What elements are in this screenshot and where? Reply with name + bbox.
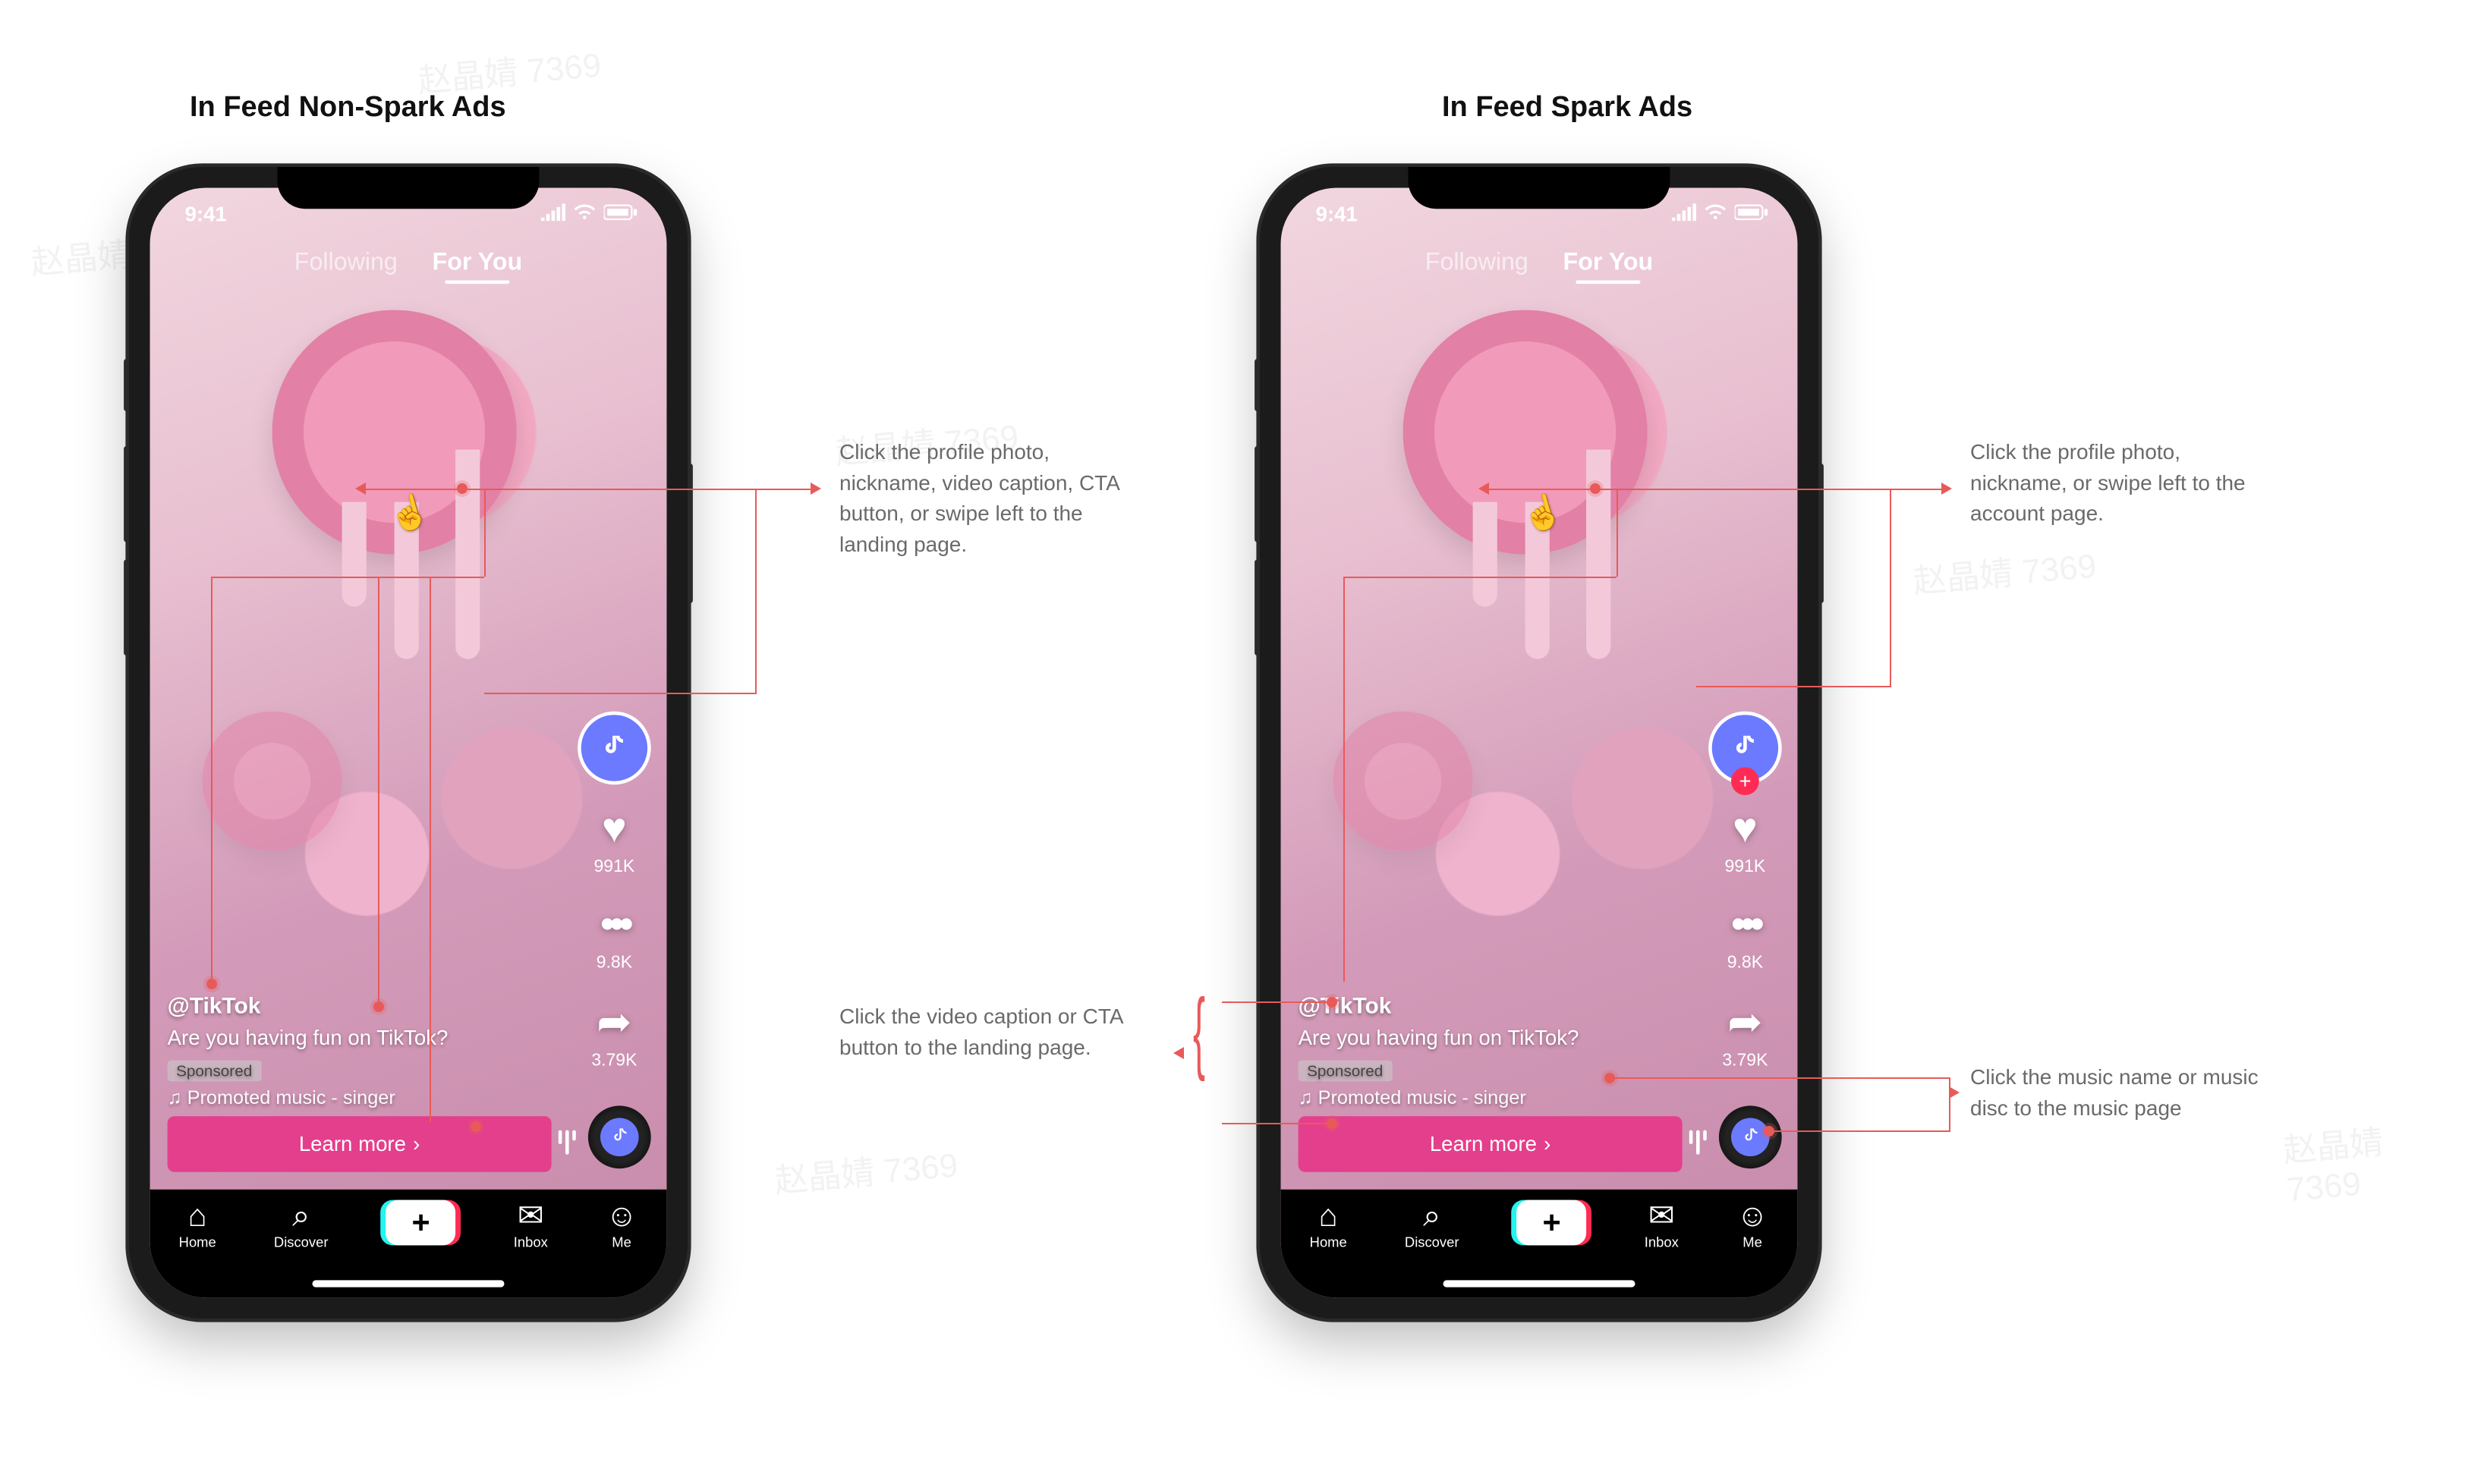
equalizer-icon — [1689, 1130, 1707, 1155]
caption-username[interactable]: @TikTok — [168, 992, 552, 1019]
share-count: 3.79K — [591, 1052, 637, 1071]
tab-for-you[interactable]: For You — [433, 247, 523, 275]
status-time: 9:41 — [185, 202, 227, 226]
status-time: 9:41 — [1316, 202, 1358, 226]
person-icon: ☺ — [606, 1200, 638, 1231]
nav-me[interactable]: ☺ Me — [1736, 1200, 1768, 1251]
nav-discover-label: Discover — [1405, 1235, 1459, 1251]
share-button[interactable]: ➦ 3.79K — [591, 998, 637, 1071]
annotation-right-music: Click the music name or music disc to th… — [1970, 1062, 2259, 1124]
inbox-icon: ✉ — [518, 1200, 544, 1231]
heart-icon: ♥ — [1733, 806, 1758, 854]
follow-plus-icon[interactable]: + — [1731, 767, 1759, 795]
like-count: 991K — [1725, 858, 1766, 877]
like-button[interactable]: ♥ 991K — [594, 806, 635, 877]
comment-button[interactable]: ••• 9.8K — [597, 901, 632, 973]
cta-label: Learn more — [299, 1132, 406, 1156]
watermark: 赵晶婧 7369 — [1911, 539, 2098, 603]
music-disc[interactable] — [588, 1105, 651, 1168]
cta-button[interactable]: Learn more › — [168, 1116, 552, 1172]
annotation-right-top: Click the profile photo, nickname, or sw… — [1970, 437, 2259, 530]
tiktok-icon — [600, 734, 628, 762]
search-icon: ⌕ — [1423, 1200, 1440, 1231]
nav-me[interactable]: ☺ Me — [606, 1200, 638, 1251]
equalizer-icon — [559, 1130, 576, 1155]
nav-discover[interactable]: ⌕ Discover — [274, 1200, 329, 1251]
phone-nonspark: 9:41 Following For You — [129, 167, 688, 1319]
comment-count: 9.8K — [597, 954, 632, 973]
search-icon: ⌕ — [292, 1200, 310, 1231]
nav-home[interactable]: ⌂ Home — [179, 1200, 216, 1251]
nav-inbox-label: Inbox — [514, 1235, 548, 1251]
music-name[interactable]: ♫ Promoted music - singer — [168, 1088, 552, 1109]
wifi-icon — [1703, 203, 1727, 221]
wifi-icon — [572, 203, 597, 221]
home-indicator — [1443, 1280, 1635, 1287]
title-spark: In Feed Spark Ads — [1442, 91, 1692, 124]
curly-brace-icon: { — [1193, 979, 1205, 1083]
tiktok-icon — [1731, 734, 1759, 762]
nav-inbox[interactable]: ✉ Inbox — [514, 1200, 548, 1251]
watermark: 赵晶婧 7369 — [773, 1138, 960, 1203]
title-nonspark: In Feed Non-Spark Ads — [190, 91, 506, 124]
person-icon: ☺ — [1736, 1200, 1768, 1231]
chevron-right-icon: › — [1544, 1132, 1550, 1156]
nav-create[interactable]: + — [1517, 1200, 1587, 1246]
caption-username[interactable]: @TikTok — [1299, 992, 1683, 1019]
nav-me-label: Me — [612, 1235, 631, 1251]
comment-icon: ••• — [600, 901, 628, 950]
nav-discover-label: Discover — [274, 1235, 329, 1251]
comment-button[interactable]: ••• 9.8K — [1727, 901, 1763, 973]
nav-home-label: Home — [1310, 1235, 1347, 1251]
profile-avatar[interactable] — [581, 715, 647, 781]
share-count: 3.79K — [1722, 1052, 1768, 1071]
share-button[interactable]: ➦ 3.79K — [1722, 998, 1768, 1071]
battery-icon — [604, 203, 639, 221]
like-count: 991K — [594, 858, 635, 877]
share-icon: ➦ — [597, 998, 631, 1049]
caption-text[interactable]: Are you having fun on TikTok? — [1299, 1026, 1683, 1050]
music-disc[interactable] — [1719, 1105, 1782, 1168]
share-icon: ➦ — [1727, 998, 1762, 1049]
caption-text[interactable]: Are you having fun on TikTok? — [168, 1026, 552, 1050]
heart-icon: ♥ — [602, 806, 627, 854]
comment-count: 9.8K — [1727, 954, 1763, 973]
comment-icon: ••• — [1731, 901, 1759, 950]
inbox-icon: ✉ — [1648, 1200, 1675, 1231]
nav-me-label: Me — [1742, 1235, 1762, 1251]
like-button[interactable]: ♥ 991K — [1725, 806, 1766, 877]
signal-icon — [541, 203, 565, 221]
watermark: 赵晶婧 7369 — [2281, 1108, 2465, 1209]
tab-following[interactable]: Following — [294, 247, 398, 275]
annotation-left-top: Click the profile photo, nickname, video… — [839, 437, 1128, 560]
sponsored-badge: Sponsored — [168, 1061, 261, 1082]
profile-avatar[interactable]: + — [1712, 715, 1778, 781]
home-icon: ⌂ — [188, 1200, 207, 1231]
tab-following[interactable]: Following — [1425, 247, 1528, 275]
nav-discover[interactable]: ⌕ Discover — [1405, 1200, 1459, 1251]
home-indicator — [313, 1280, 505, 1287]
chevron-right-icon: › — [413, 1132, 420, 1156]
cta-label: Learn more — [1430, 1132, 1537, 1156]
tab-for-you[interactable]: For You — [1563, 247, 1654, 275]
sponsored-badge: Sponsored — [1299, 1061, 1392, 1082]
cta-button[interactable]: Learn more › — [1299, 1116, 1683, 1172]
home-icon: ⌂ — [1319, 1200, 1338, 1231]
nav-inbox-label: Inbox — [1645, 1235, 1679, 1251]
nav-create[interactable]: + — [386, 1200, 456, 1246]
music-name[interactable]: ♫ Promoted music - singer — [1299, 1088, 1683, 1109]
battery-icon — [1735, 203, 1770, 221]
signal-icon — [1672, 203, 1696, 221]
nav-home-label: Home — [179, 1235, 216, 1251]
annotation-right-mid: Click the video caption or CTA button to… — [839, 1001, 1128, 1063]
nav-inbox[interactable]: ✉ Inbox — [1645, 1200, 1679, 1251]
nav-home[interactable]: ⌂ Home — [1310, 1200, 1347, 1251]
